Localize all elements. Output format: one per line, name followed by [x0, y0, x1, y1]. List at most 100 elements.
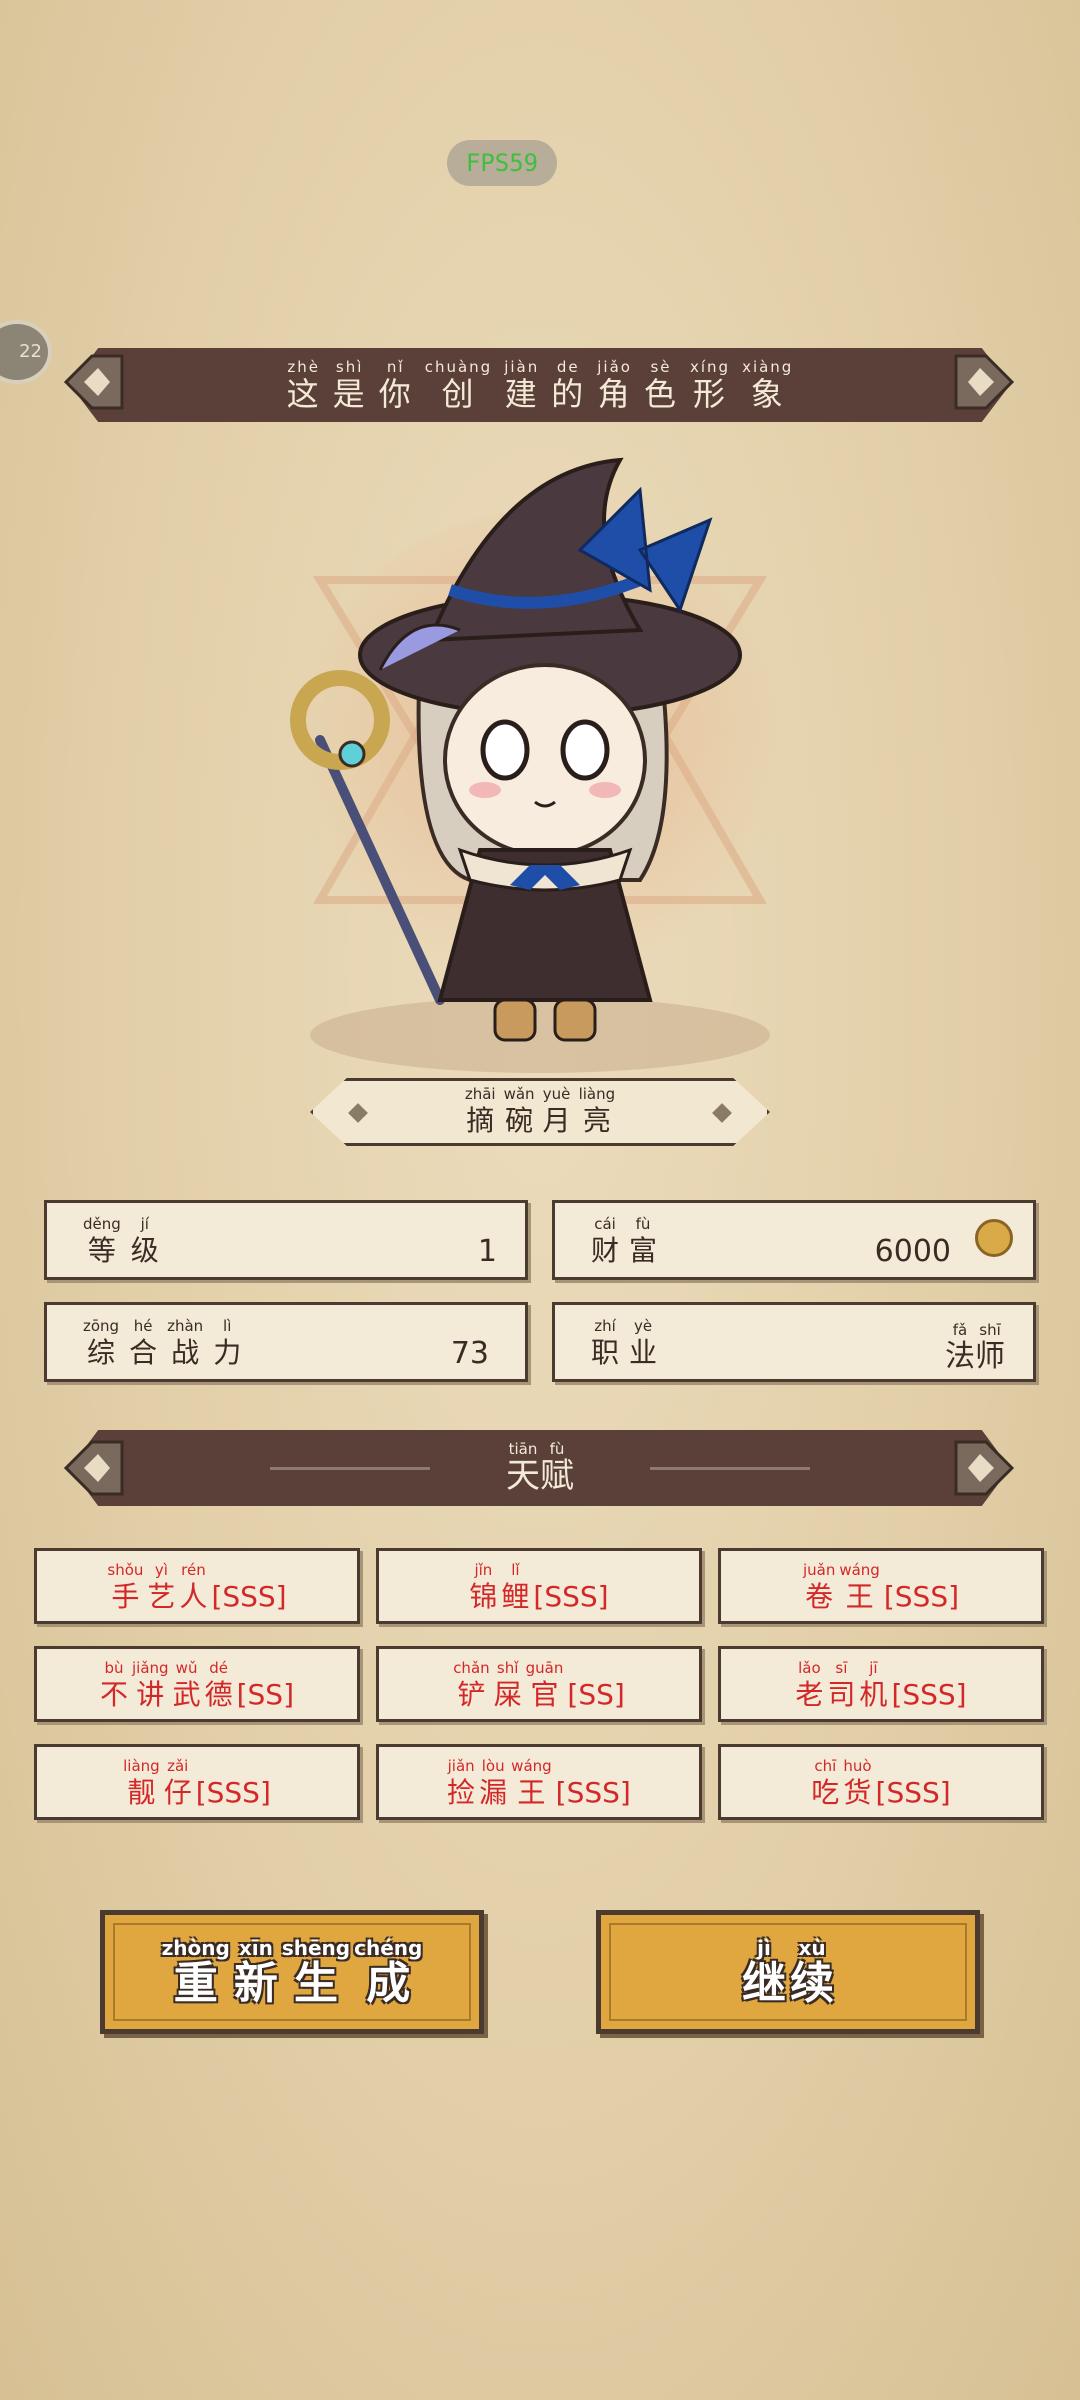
character-name: zhāi 摘 wǎn 碗 yuè 月 liàng 亮 [313, 1085, 767, 1139]
grade-text: [SS] [236, 1678, 294, 1711]
continue-button[interactable]: jì 继 xù 续 [596, 1910, 980, 2034]
hanzi: 成 [366, 1958, 411, 2009]
talent-label: liàng 靓 zǎi 仔 [SSS] [37, 1757, 357, 1811]
ruby-char: děng 等 [83, 1215, 121, 1269]
hanzi: 形 [693, 375, 728, 413]
ruby-char: bù 不 [100, 1659, 128, 1713]
ruby-char: yì 艺 [147, 1561, 175, 1615]
talent-card[interactable]: chǎn 铲 shǐ 屎 guān 官 [SS] [376, 1646, 702, 1722]
pinyin: huò [843, 1757, 872, 1775]
pinyin: shēng [281, 1936, 351, 1960]
talent-card[interactable]: chī 吃 huò 货 [SSS] [718, 1744, 1044, 1820]
ruby-char: cái 财 [591, 1215, 619, 1269]
talent-card[interactable]: bù 不 jiǎng 讲 wǔ 武 dé 德 [SS] [34, 1646, 360, 1722]
ruby-char: jiàn 建 [504, 358, 539, 412]
pinyin: sī [835, 1659, 848, 1677]
talent-grade: [SS] [237, 1659, 294, 1713]
ruby-char: jiǎn 捡 [447, 1757, 475, 1811]
pinyin: zǎi [167, 1757, 189, 1775]
pinyin: jiǎo [597, 358, 632, 376]
talent-card[interactable]: lǎo 老 sī 司 jī 机 [SSS] [718, 1646, 1044, 1722]
talent-card[interactable]: jiǎn 捡 lòu 漏 wáng 王 [SSS] [376, 1744, 702, 1820]
stat-job: zhí 职 yè 业 fǎ 法 shī 师 [552, 1302, 1036, 1382]
talent-text: shǒu 手 yì 艺 rén 人 [SSS] [105, 1561, 288, 1615]
hanzi: 综 [87, 1336, 116, 1369]
pinyin: sè [650, 358, 672, 376]
talent-text: bù 不 jiǎng 讲 wǔ 武 dé 德 [SS] [98, 1659, 296, 1713]
pinyin: lǎo [798, 1659, 821, 1677]
pinyin: liàng [123, 1757, 160, 1775]
ruby-char: jiǎo 角 [597, 358, 632, 412]
ruby-char: zǎi 仔 [164, 1757, 192, 1811]
hanzi: 是 [332, 375, 367, 413]
hanzi: 捡 [447, 1776, 476, 1809]
stat-level: děng 等 jí 级 1 [44, 1200, 528, 1280]
hanzi: 德 [204, 1678, 233, 1711]
ruby-char: juǎn 卷 [803, 1561, 835, 1615]
pinyin: jí [140, 1215, 149, 1233]
talent-right-ornament-icon [954, 1440, 1015, 1496]
fps-counter: FPS59 [447, 140, 557, 186]
banner-left-ornament-icon [63, 354, 124, 410]
ruby-char: zhāi 摘 [465, 1085, 496, 1139]
pinyin: wáng [839, 1561, 880, 1579]
hanzi: 仔 [163, 1776, 192, 1809]
pinyin: zhí [594, 1317, 616, 1335]
hanzi: 创 [441, 375, 476, 413]
ruby-char: lì 力 [213, 1317, 241, 1371]
talent-text: chǎn 铲 shǐ 屎 guān 官 [SS] [451, 1659, 627, 1713]
hanzi: 亮 [582, 1104, 611, 1137]
hanzi: 机 [859, 1678, 888, 1711]
ruby-char: shī 师 [975, 1321, 1005, 1375]
side-menu-badge[interactable]: 22 [0, 320, 52, 384]
character-name-plate: zhāi 摘 wǎn 碗 yuè 月 liàng 亮 [310, 1078, 770, 1146]
pinyin: rén [181, 1561, 206, 1579]
hanzi: 富 [629, 1234, 658, 1267]
talent-card[interactable]: jǐn 锦 lǐ 鲤 [SSS] [376, 1548, 702, 1624]
talent-card[interactable]: juǎn 卷 wáng 王 [SSS] [718, 1548, 1044, 1624]
stat-wealth: cái 财 fù 富 6000 [552, 1200, 1036, 1280]
ruby-char: shēng 生 [282, 1937, 350, 2009]
hanzi: 货 [843, 1776, 872, 1809]
pinyin: shī [979, 1321, 1001, 1339]
pinyin: shǐ [496, 1659, 519, 1677]
grade-spacer [211, 1561, 286, 1579]
ruby-char: dé 德 [205, 1659, 233, 1713]
ruby-char: de 的 [551, 358, 585, 412]
title-banner: zhè 这 shì 是 nǐ 你 chuàng 创 jiàn 建 de 的 jiǎo 角 sè 色 xíng 形 x… [70, 348, 1010, 422]
pinyin: cái [594, 1215, 616, 1233]
hanzi: 不 [99, 1678, 128, 1711]
ruby-char: rén 人 [179, 1561, 207, 1615]
talent-label: juǎn 卷 wáng 王 [SSS] [721, 1561, 1041, 1615]
stat-job-label: zhí 职 yè 业 [591, 1317, 667, 1371]
talent-label: chǎn 铲 shǐ 屎 guān 官 [SS] [379, 1659, 699, 1713]
hanzi: 靓 [127, 1776, 156, 1809]
grade-spacer [567, 1659, 624, 1677]
talent-left-ornament-icon [63, 1440, 124, 1496]
grade-spacer [196, 1757, 271, 1775]
ruby-char: zhè 这 [287, 358, 321, 412]
talent-card[interactable]: liàng 靓 zǎi 仔 [SSS] [34, 1744, 360, 1820]
hanzi: 王 [845, 1580, 874, 1613]
stat-level-label: děng 等 jí 级 [83, 1215, 169, 1269]
talent-label: jiǎn 捡 lòu 漏 wáng 王 [SSS] [379, 1757, 699, 1811]
ruby-char: chuàng 创 [425, 358, 492, 412]
ruby-char: jiǎng 讲 [132, 1659, 169, 1713]
ruby-char: xīn 新 [234, 1937, 278, 2009]
grade-spacer [533, 1561, 608, 1579]
hanzi: 色 [643, 375, 678, 413]
talent-label: shǒu 手 yì 艺 rén 人 [SSS] [37, 1561, 357, 1615]
talent-text: jiǎn 捡 lòu 漏 wáng 王 [SSS] [445, 1757, 633, 1811]
hanzi: 艺 [147, 1580, 176, 1613]
ruby-char: liàng 靓 [123, 1757, 160, 1811]
ruby-char: xiàng 象 [742, 358, 793, 412]
stat-power-value: 73 [450, 1336, 489, 1371]
grade-text: [SSS] [195, 1776, 271, 1809]
pinyin: jiǎng [132, 1659, 169, 1677]
regenerate-button[interactable]: zhòng 重 xīn 新 shēng 生 chéng 成 [100, 1910, 484, 2034]
pinyin: lǐ [511, 1561, 520, 1579]
talent-card[interactable]: shǒu 手 yì 艺 rén 人 [SSS] [34, 1548, 360, 1624]
banner-right-ornament-icon [954, 354, 1015, 410]
ruby-char: xù 续 [790, 1937, 834, 2009]
hanzi: 这 [286, 375, 321, 413]
